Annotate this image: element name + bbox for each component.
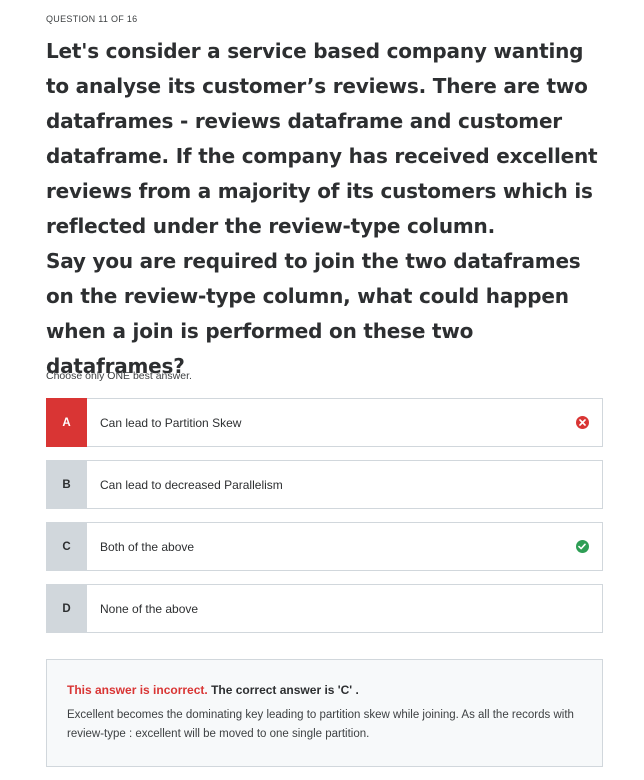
answer-options: A Can lead to Partition Skew B Can lead … xyxy=(46,398,603,646)
incorrect-label: This answer is incorrect. xyxy=(67,683,208,697)
option-label: Both of the above xyxy=(100,539,195,554)
option-letter: C xyxy=(46,522,87,571)
feedback-explanation: Excellent becomes the dominating key lea… xyxy=(67,709,574,740)
answer-instruction: Choose only ONE best answer. xyxy=(46,370,192,382)
option-letter: D xyxy=(46,584,87,633)
question-paragraph-2: Say you are required to join the two dat… xyxy=(46,249,581,378)
option-label: Can lead to decreased Parallelism xyxy=(100,477,283,492)
option-b[interactable]: B Can lead to decreased Parallelism xyxy=(46,460,603,509)
answer-feedback: This answer is incorrect. The correct an… xyxy=(46,659,603,767)
option-label: Can lead to Partition Skew xyxy=(100,415,242,430)
check-circle-icon xyxy=(575,540,589,553)
question-progress: QUESTION 11 OF 16 xyxy=(46,14,138,24)
question-paragraph-1: Let's consider a service based company w… xyxy=(46,39,598,238)
option-letter: A xyxy=(46,398,87,447)
option-c[interactable]: C Both of the above xyxy=(46,522,603,571)
correct-answer-label: The correct answer is 'C' . xyxy=(211,683,359,697)
option-a[interactable]: A Can lead to Partition Skew xyxy=(46,398,603,447)
x-circle-icon xyxy=(575,416,589,429)
option-d[interactable]: D None of the above xyxy=(46,584,603,633)
feedback-result: This answer is incorrect. The correct an… xyxy=(67,682,582,698)
question-text: Let's consider a service based company w… xyxy=(46,34,606,384)
option-letter: B xyxy=(46,460,87,509)
option-label: None of the above xyxy=(100,601,199,616)
